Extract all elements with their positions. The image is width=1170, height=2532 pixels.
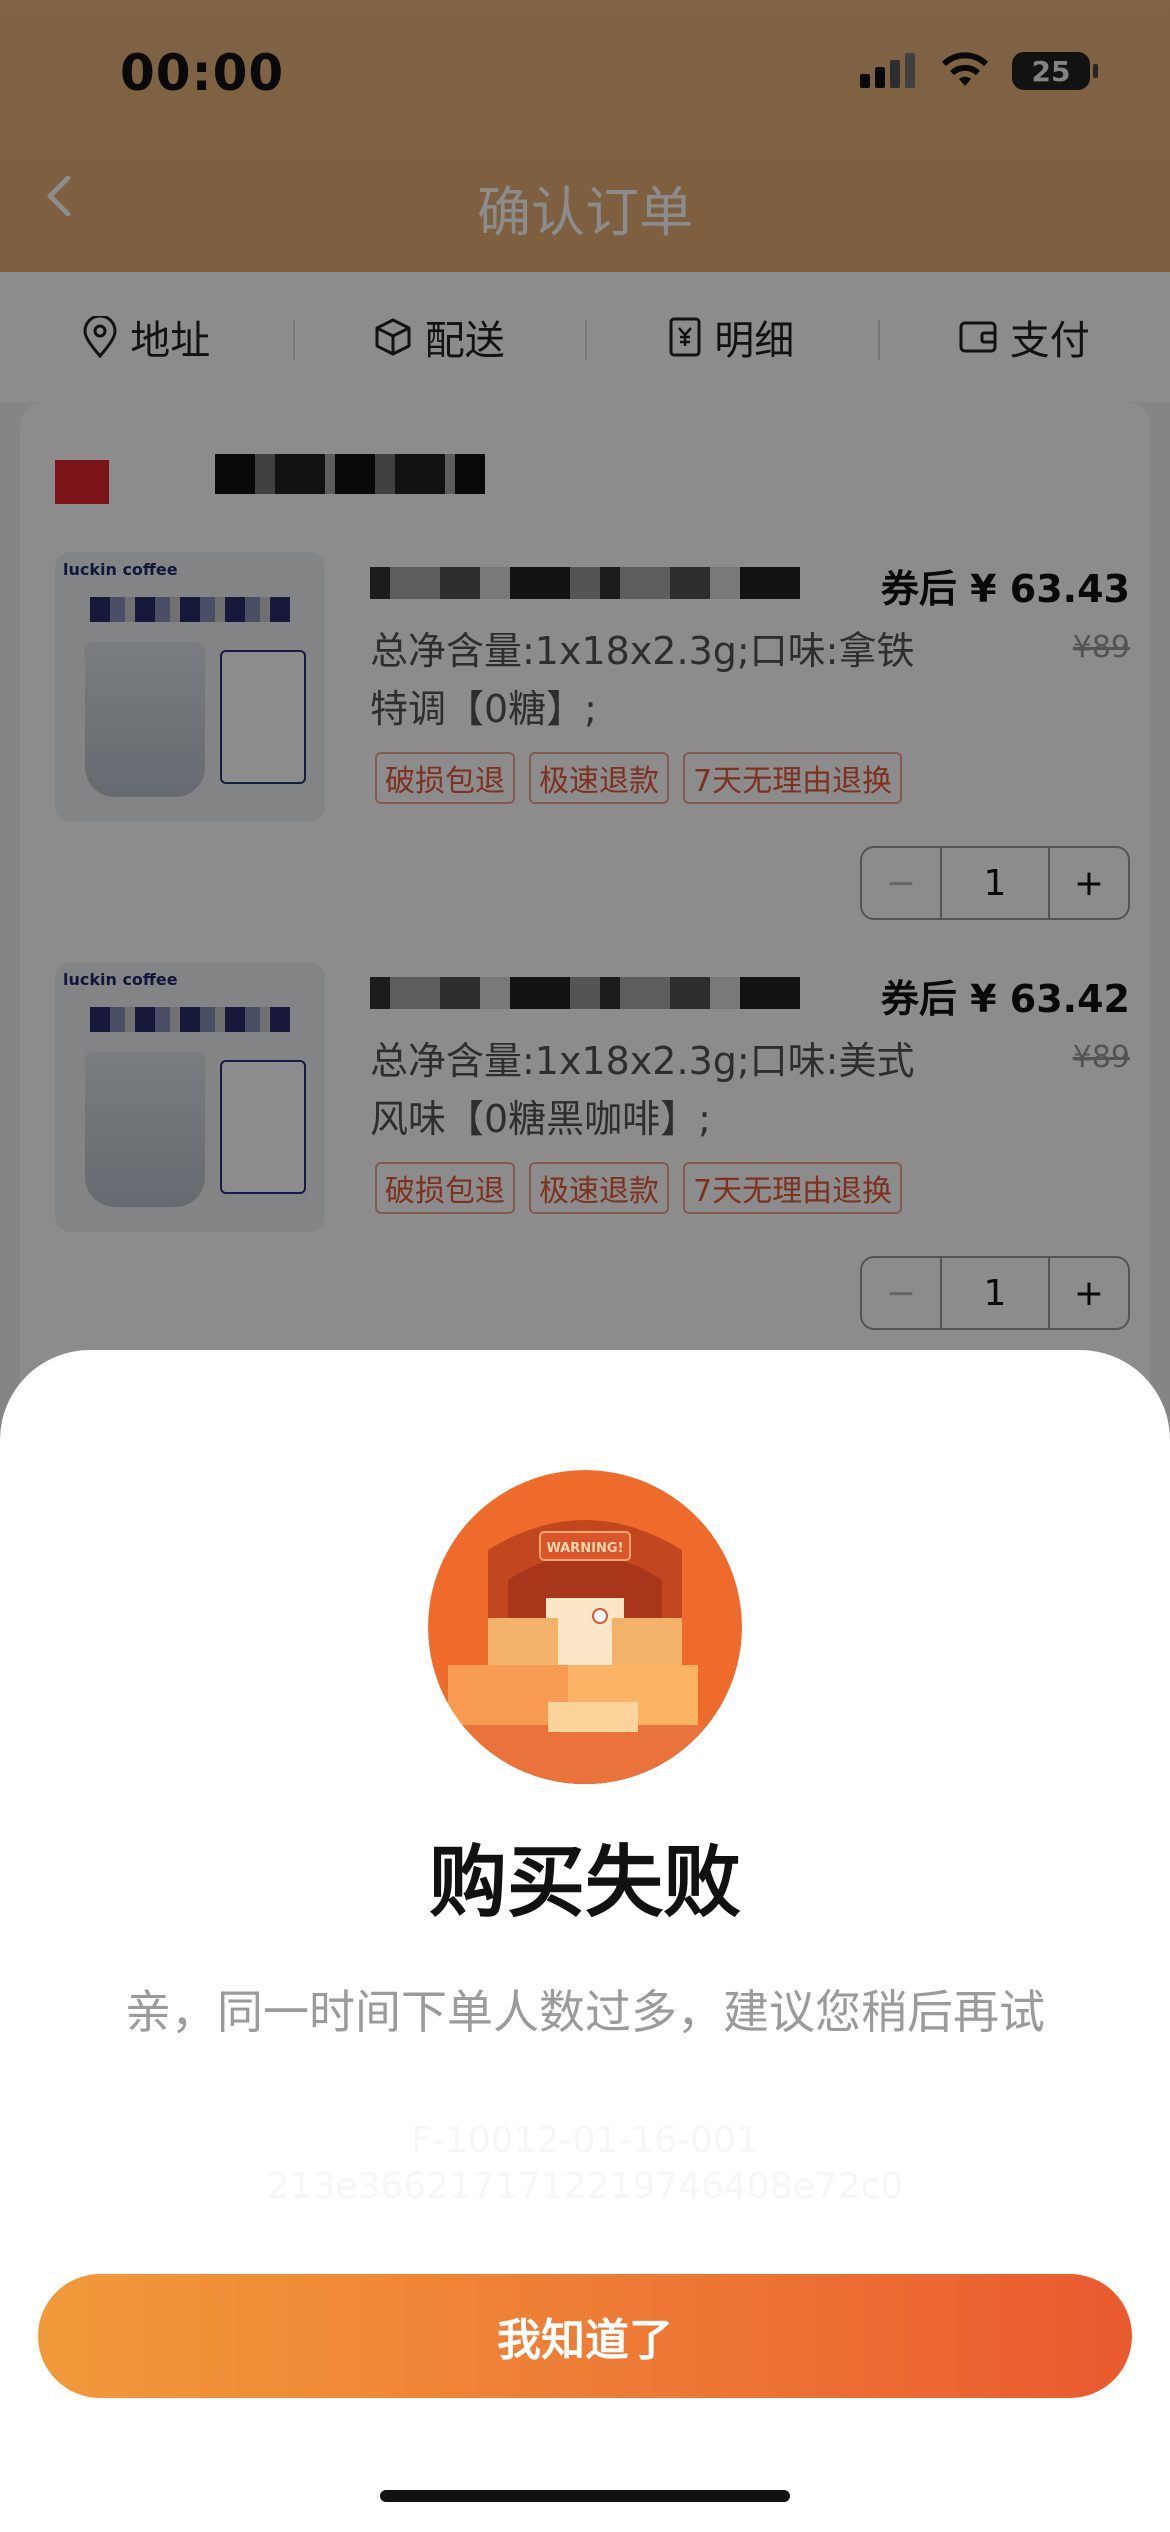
warning-sign-text: WARNING! xyxy=(546,1541,623,1556)
error-code: F-10012-01-16-001 xyxy=(411,2120,759,2161)
purchase-failed-sheet: WARNING! 购买失败 亲，同一时间下单人数过多，建议您稍后再试 F-100… xyxy=(0,1350,1170,2532)
dialog-title: 购买失败 xyxy=(428,1838,741,1928)
acknowledge-button[interactable]: 我知道了 xyxy=(38,2274,1132,2398)
warning-truck-illustration: WARNING! xyxy=(428,1470,742,1784)
dialog-message: 亲，同一时间下单人数过多，建议您稍后再试 xyxy=(125,1985,1045,2039)
home-indicator[interactable] xyxy=(380,2490,790,2502)
trace-id: 213e3662171712219746408e72c0 xyxy=(266,2166,904,2207)
